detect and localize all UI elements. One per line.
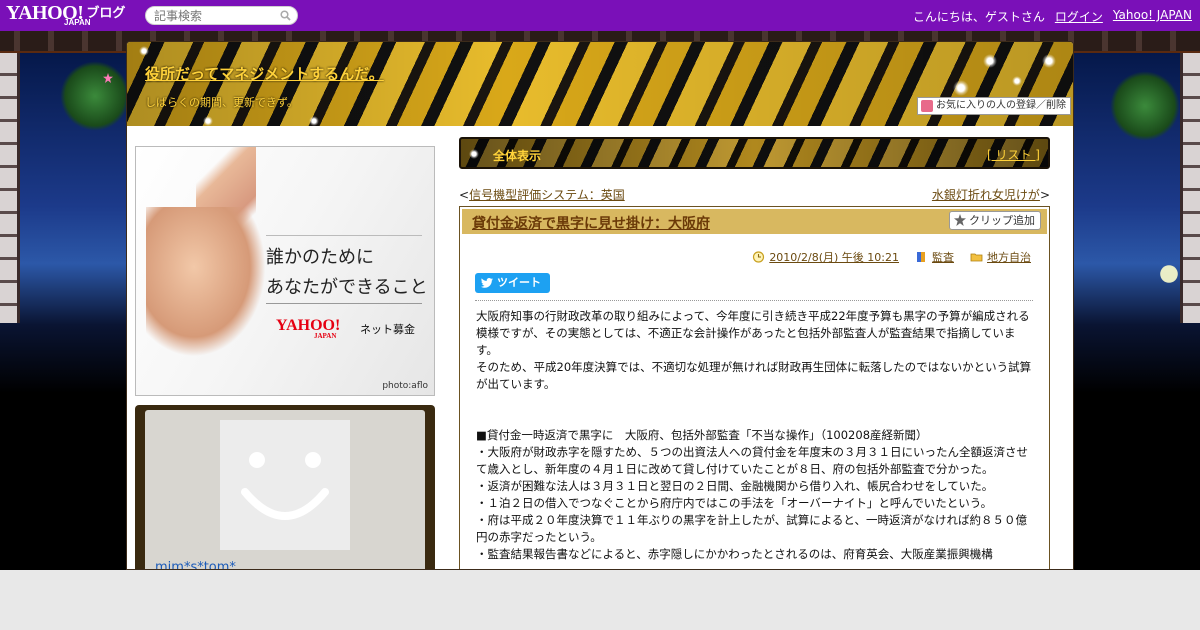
shoji-screen-right: [1180, 53, 1200, 323]
banner-yahoo-logo: YAHOO! JAPAN: [276, 317, 340, 340]
yahoo-japan-link[interactable]: Yahoo! JAPAN: [1113, 8, 1192, 25]
banner-headline-1: 誰かのために: [266, 247, 374, 268]
search-input[interactable]: [154, 7, 279, 24]
twitter-bird-icon: [481, 278, 493, 288]
search-icon[interactable]: [280, 10, 291, 21]
quote-bullet: ・返済が困難な法人は３月３１日と翌日の２日間、金融機関から借り入れ、帳尻合わせを…: [476, 479, 994, 493]
article-category-2: 地方自治: [970, 249, 1031, 265]
article-title-link[interactable]: 貸付金返済で黒字に見せ掛け：大阪府: [472, 213, 710, 233]
sparkle-decoration: [1012, 76, 1022, 86]
list-view-link[interactable]: [ リスト ]: [987, 146, 1040, 163]
login-link[interactable]: ログイン: [1055, 8, 1103, 25]
all-view-link[interactable]: 全体表示: [493, 147, 541, 164]
prev-article-link[interactable]: 信号機型評価システム：英国: [469, 188, 625, 202]
all-view-bar: 全体表示 [ リスト ]: [459, 137, 1050, 169]
article-paragraph: 大阪府知事の行財政改革の取り組みによって、今年度に引き続き平成22年度予算も黒字…: [476, 309, 1030, 357]
clock-icon: [753, 251, 765, 263]
list-view-label: [ リスト ]: [987, 148, 1040, 162]
blog-title-link[interactable]: 役所だってマネジメントするんだ。: [145, 63, 384, 84]
bamboo-tree-right: [1110, 71, 1180, 141]
next-article-link[interactable]: 水銀灯折れ女児けが: [932, 188, 1040, 202]
glow-star-icon: [1160, 265, 1178, 283]
quote-bullet: ・大阪府が財政赤字を隠すため、５つの出資法人への貸付金を年度末の３月３１日にいっ…: [476, 445, 1028, 476]
profile-name-link[interactable]: mim*s*tom*: [155, 560, 236, 569]
sparkle-decoration: [953, 80, 969, 96]
book-icon: [917, 252, 925, 262]
article-pager: <信号機型評価システム：英国 水銀灯折れ女児けが>: [459, 186, 1050, 202]
quote-bullet: ・１泊２日の借入でつなぐことから府庁内ではこの手法を「オーバーナイト」と呼んでい…: [476, 496, 993, 510]
sparkle-decoration: [983, 54, 997, 68]
article-title-bar: 貸付金返済で黒字に見せ掛け：大阪府 クリップ追加: [462, 209, 1047, 234]
banner-campaign: ネット募金: [360, 323, 415, 336]
blog-frame: 役所だってマネジメントするんだ。 しばらくの期間、更新できず。 お気に入りの人の…: [126, 41, 1074, 570]
favorite-heart-icon: [921, 100, 933, 112]
logo-sub-text: JAPAN: [64, 18, 91, 27]
banner-brand-sub: JAPAN: [314, 332, 337, 340]
article-divider: [475, 300, 1033, 301]
page-footer-area: [0, 570, 1200, 630]
sparkle-decoration: [203, 116, 213, 126]
greeting-text: こんにちは、ゲストさん: [912, 10, 1045, 24]
banner-divider: [266, 235, 422, 236]
yahoo-blog-logo[interactable]: YAHOO! JAPAN ブログ: [6, 3, 125, 29]
article-date-link[interactable]: 2010/2/8(月) 午後 10:21: [769, 249, 899, 265]
favorite-register-button[interactable]: お気に入りの人の登録／削除: [917, 97, 1071, 115]
quote-title: ■貸付金一時返済で黒字に 大阪府、包括外部監査「不当な操作」（100208産経新…: [476, 428, 928, 442]
banner-headline-2: あなたができること: [266, 277, 428, 298]
next-article: 水銀灯折れ女児けが>: [931, 188, 1050, 202]
banner-hand-image: [146, 207, 266, 357]
blog-description: しばらくの期間、更新できず。: [145, 96, 298, 109]
article-paragraph: そのため、平成20年度決算では、不適切な処理が無ければ財政再生団体に転落したので…: [476, 360, 1032, 391]
avatar[interactable]: [220, 420, 350, 550]
clip-add-button[interactable]: クリップ追加: [949, 211, 1041, 230]
category-link-audit[interactable]: 監査: [932, 249, 954, 265]
article-date: 2010/2/8(月) 午後 10:21: [752, 249, 899, 265]
star-icon: [954, 214, 966, 226]
banner-divider: [266, 303, 422, 304]
article-body: 大阪府知事の行財政改革の取り組みによって、今年度に引き続き平成22年度予算も黒字…: [476, 308, 1032, 563]
sparkle-decoration: [309, 116, 319, 126]
article-category-1: 監査: [915, 249, 954, 265]
prev-article: <信号機型評価システム：英国: [459, 188, 625, 202]
star-icon: [103, 73, 113, 83]
donation-banner[interactable]: 誰かのために あなたができること YAHOO! JAPAN ネット募金 phot…: [135, 146, 435, 396]
favorite-button-label: お気に入りの人の登録／削除: [936, 100, 1066, 111]
folder-icon: [970, 253, 983, 262]
photo-credit: photo:aflo: [382, 381, 428, 391]
article-search-box: [145, 6, 298, 25]
article-meta: 2010/2/8(月) 午後 10:21 監査 地方自治: [752, 249, 1031, 265]
clip-button-label: クリップ追加: [969, 214, 1035, 227]
category-link-local-gov[interactable]: 地方自治: [987, 249, 1031, 265]
profile-box: mim*s*tom*: [135, 405, 435, 569]
profile-inner: mim*s*tom*: [145, 410, 425, 569]
quote-bullet: ・監査結果報告書などによると、赤字隠しにかかわったとされるのは、府育英会、大阪産…: [476, 547, 993, 561]
logo-blog-text: ブログ: [86, 5, 126, 20]
sparkle-decoration: [1042, 54, 1056, 68]
blog-header: 役所だってマネジメントするんだ。 しばらくの期間、更新できず。 お気に入りの人の…: [127, 42, 1073, 126]
user-links: こんにちは、ゲストさん ログイン Yahoo! JAPAN: [913, 8, 1192, 25]
bamboo-tree-left: [60, 61, 130, 131]
tweet-label: ツイート: [497, 276, 541, 289]
sparkle-decoration: [139, 46, 149, 56]
shoji-screen-left: [0, 53, 20, 323]
quote-bullet: ・府は平成２０年度決算で１１年ぶりの黒字を計上したが、試算によると、一時返済がな…: [476, 513, 1027, 544]
tweet-button[interactable]: ツイート: [475, 273, 550, 293]
article: 貸付金返済で黒字に見せ掛け：大阪府 クリップ追加 2010/2/8(月) 午後 …: [459, 206, 1050, 569]
top-navigation-bar: YAHOO! JAPAN ブログ こんにちは、ゲストさん ログイン Yahoo!…: [0, 0, 1200, 31]
sparkle-decoration: [469, 149, 479, 159]
